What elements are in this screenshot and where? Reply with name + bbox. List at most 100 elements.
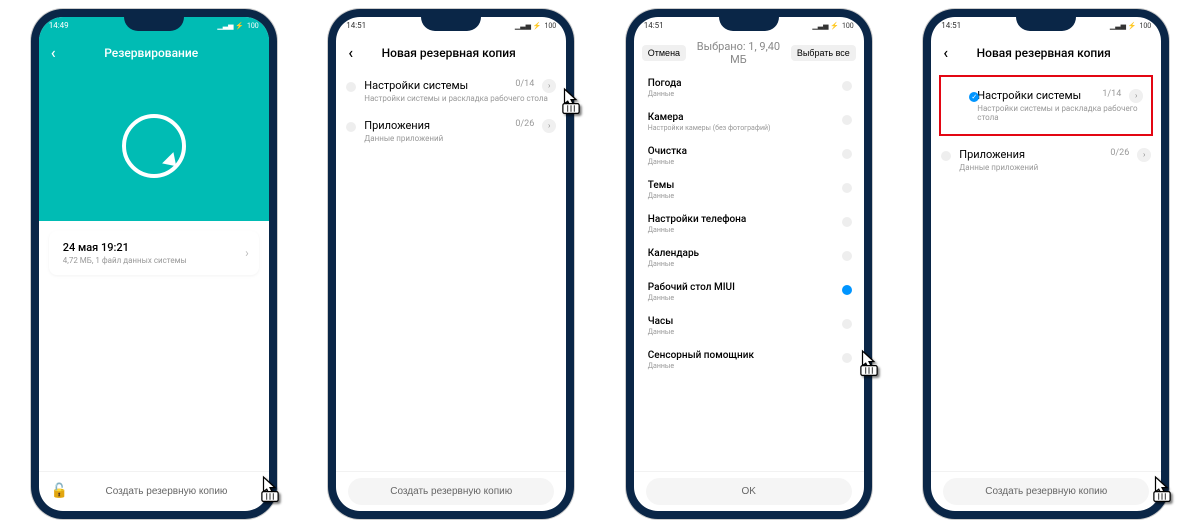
status-right: ▁▃▅ ⚡100 bbox=[217, 22, 258, 30]
row-count: 0/14 bbox=[515, 79, 534, 89]
bottom-bar: Создать резервную копию bbox=[336, 471, 566, 511]
radio-checked-icon[interactable] bbox=[842, 285, 852, 295]
backup-entry[interactable]: 24 мая 19:21 4,72 МБ, 1 файл данных сист… bbox=[49, 231, 259, 275]
item-title: Очистка bbox=[648, 146, 836, 157]
lock-icon[interactable]: 🔓 bbox=[51, 483, 68, 499]
radio-icon[interactable] bbox=[842, 183, 852, 193]
list-item[interactable]: ЧасыДанные bbox=[634, 309, 864, 343]
status-time: 14:51 bbox=[941, 21, 961, 30]
radio-icon[interactable] bbox=[842, 353, 852, 363]
item-title: Часы bbox=[648, 316, 836, 327]
item-title: Камера bbox=[648, 112, 836, 123]
radio-icon[interactable] bbox=[842, 217, 852, 227]
row-count: 0/26 bbox=[515, 119, 534, 129]
item-title: Календарь bbox=[648, 248, 836, 259]
content: ✓ Настройки системы Настройки системы и … bbox=[931, 71, 1161, 471]
item-subtitle: Настройки камеры (без фотографий) bbox=[648, 124, 836, 132]
back-icon[interactable]: ‹ bbox=[943, 43, 948, 62]
status-time: 14:49 bbox=[49, 21, 69, 30]
create-backup-button[interactable]: Создать резервную копию bbox=[76, 478, 257, 505]
notch bbox=[421, 17, 481, 31]
row-apps[interactable]: Приложения Данные приложений 0/26 › bbox=[931, 140, 1161, 180]
content: Настройки системы Настройки системы и ра… bbox=[336, 71, 566, 471]
item-subtitle: Данные bbox=[648, 90, 836, 98]
item-title: Настройки телефона bbox=[648, 214, 836, 225]
phone-2: 14:51 ▁▃▅ ⚡100 ‹ Новая резервная копия Н… bbox=[328, 9, 574, 519]
create-backup-button[interactable]: Создать резервную копию bbox=[348, 478, 554, 505]
chevron-right-icon: › bbox=[245, 246, 249, 260]
back-icon[interactable]: ‹ bbox=[51, 43, 56, 62]
item-title: Погода bbox=[648, 78, 836, 89]
selection-list[interactable]: ПогодаДанныеКамераНастройки камеры (без … bbox=[634, 71, 864, 471]
radio-icon[interactable] bbox=[842, 115, 852, 125]
list-item[interactable]: Сенсорный помощникДанные bbox=[634, 343, 864, 377]
chevron-right-icon[interactable]: › bbox=[542, 79, 556, 93]
radio-checked-icon[interactable]: ✓ bbox=[969, 92, 979, 102]
page-title: Новая резервная копия bbox=[363, 46, 534, 60]
row-apps[interactable]: Приложения Данные приложений 0/26 › bbox=[336, 111, 566, 151]
selection-title: Выбрано: 1, 9,40 МБ bbox=[692, 40, 785, 66]
radio-icon[interactable] bbox=[842, 251, 852, 261]
list-item[interactable]: ПогодаДанные bbox=[634, 71, 864, 105]
item-title: Темы bbox=[648, 180, 836, 191]
highlight-box: ✓ Настройки системы Настройки системы и … bbox=[939, 75, 1153, 136]
row-subtitle: Данные приложений bbox=[364, 134, 552, 143]
radio-icon[interactable] bbox=[346, 82, 356, 92]
bottom-bar: OK bbox=[634, 471, 864, 511]
notch bbox=[719, 17, 779, 31]
phone-1: 14:49 ▁▃▅ ⚡100 ‹ Резервирование 24 мая 1… bbox=[31, 9, 277, 519]
radio-icon[interactable] bbox=[941, 151, 951, 161]
list-item[interactable]: ТемыДанные bbox=[634, 173, 864, 207]
row-count: 0/26 bbox=[1110, 148, 1129, 158]
list-item[interactable]: КамераНастройки камеры (без фотографий) bbox=[634, 105, 864, 139]
titlebar: ‹ Новая резервная копия bbox=[336, 35, 566, 71]
list-item[interactable]: Рабочий стол MIUIДанные bbox=[634, 275, 864, 309]
create-backup-button[interactable]: Создать резервную копию bbox=[943, 478, 1149, 505]
item-title: Сенсорный помощник bbox=[648, 350, 836, 361]
radio-icon[interactable] bbox=[842, 81, 852, 91]
row-subtitle: Настройки системы и раскладка рабочего с… bbox=[977, 104, 1139, 122]
item-title: Рабочий стол MIUI bbox=[648, 282, 836, 293]
item-subtitle: Данные bbox=[648, 260, 836, 268]
back-icon[interactable]: ‹ bbox=[348, 43, 353, 62]
status-time: 14:51 bbox=[346, 21, 366, 30]
list-item[interactable]: ОчисткаДанные bbox=[634, 139, 864, 173]
page-title: Резервирование bbox=[66, 46, 237, 60]
list-item[interactable]: Настройки телефонаДанные bbox=[634, 207, 864, 241]
titlebar: ‹ Новая резервная копия bbox=[931, 35, 1161, 71]
selection-bar: Отмена Выбрано: 1, 9,40 МБ Выбрать все bbox=[634, 35, 864, 71]
phone-4: 14:51 ▁▃▅ ⚡100 ‹ Новая резервная копия ✓… bbox=[923, 9, 1169, 519]
radio-icon[interactable] bbox=[346, 122, 356, 132]
backup-logo-icon bbox=[122, 114, 186, 178]
phone-3: 14:51 ▁▃▅ ⚡100 Отмена Выбрано: 1, 9,40 М… bbox=[626, 9, 872, 519]
item-subtitle: Данные bbox=[648, 192, 836, 200]
item-subtitle: Данные bbox=[648, 294, 836, 302]
radio-icon[interactable] bbox=[842, 149, 852, 159]
chevron-right-icon[interactable]: › bbox=[1129, 89, 1143, 103]
radio-icon[interactable] bbox=[842, 319, 852, 329]
notch bbox=[1016, 17, 1076, 31]
notch bbox=[124, 17, 184, 31]
ok-button[interactable]: OK bbox=[646, 478, 852, 505]
page-title: Новая резервная копия bbox=[958, 46, 1129, 60]
row-subtitle: Настройки системы и раскладка рабочего с… bbox=[364, 94, 552, 103]
chevron-right-icon[interactable]: › bbox=[542, 119, 556, 133]
status-right: ▁▃▅ ⚡100 bbox=[812, 22, 853, 30]
item-subtitle: Данные bbox=[648, 362, 836, 370]
backup-date: 24 мая 19:21 bbox=[63, 241, 245, 254]
titlebar: ‹ Резервирование bbox=[39, 35, 269, 71]
row-system-settings[interactable]: Настройки системы Настройки системы и ра… bbox=[336, 71, 566, 111]
content: 24 мая 19:21 4,72 МБ, 1 файл данных сист… bbox=[39, 221, 269, 471]
bottom-bar: Создать резервную копию bbox=[931, 471, 1161, 511]
row-subtitle: Данные приложений bbox=[959, 163, 1147, 172]
row-system-settings[interactable]: ✓ Настройки системы Настройки системы и … bbox=[959, 81, 1147, 130]
backup-meta: 4,72 МБ, 1 файл данных системы bbox=[63, 256, 245, 265]
item-subtitle: Данные bbox=[648, 226, 836, 234]
select-all-button[interactable]: Выбрать все bbox=[791, 45, 856, 61]
status-right: ▁▃▅ ⚡100 bbox=[1110, 22, 1151, 30]
chevron-right-icon[interactable]: › bbox=[1137, 148, 1151, 162]
status-right: ▁▃▅ ⚡100 bbox=[515, 22, 556, 30]
cancel-button[interactable]: Отмена bbox=[642, 45, 686, 61]
row-count: 1/14 bbox=[1102, 89, 1121, 99]
list-item[interactable]: КалендарьДанные bbox=[634, 241, 864, 275]
